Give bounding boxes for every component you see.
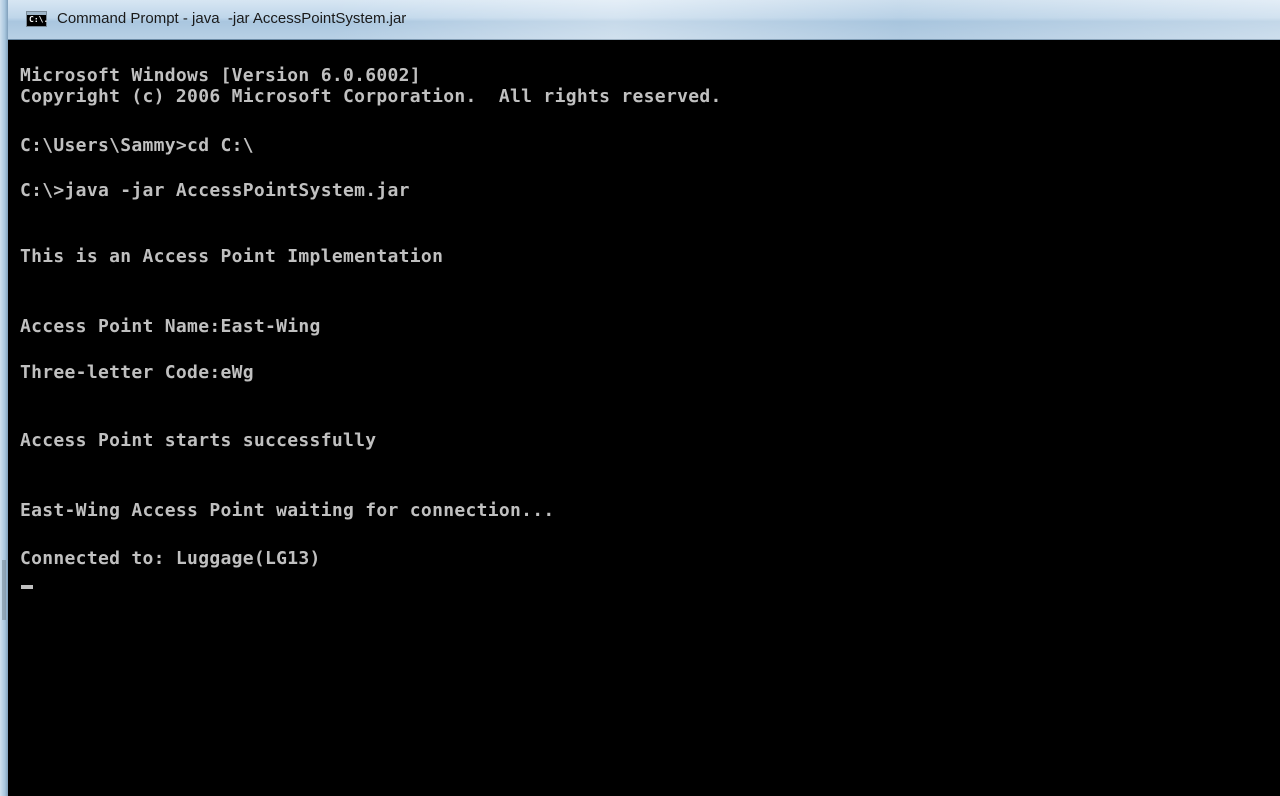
console-line: Access Point Name:East-Wing	[20, 316, 321, 337]
cmd-icon-label: C:\.	[29, 15, 49, 24]
console-line: Connected to: Luggage(LG13)	[20, 548, 321, 569]
console-line: Copyright (c) 2006 Microsoft Corporation…	[20, 86, 722, 107]
console-line: C:\>java -jar AccessPointSystem.jar	[20, 180, 410, 201]
title-bar[interactable]: C:\. Command Prompt - java -jar AccessPo…	[0, 0, 1280, 40]
console-line: C:\Users\Sammy>cd C:\	[20, 135, 254, 156]
console-line: Three-letter Code:eWg	[20, 362, 254, 383]
cmd-icon[interactable]: C:\.	[26, 11, 49, 27]
console-line: East-Wing Access Point waiting for conne…	[20, 500, 555, 521]
window-title: Command Prompt - java -jar AccessPointSy…	[57, 10, 407, 27]
console-output[interactable]: Microsoft Windows [Version 6.0.6002] Cop…	[8, 40, 1280, 796]
command-prompt-window: C:\. Command Prompt - java -jar AccessPo…	[0, 0, 1280, 796]
text-cursor	[21, 585, 33, 589]
window-frame-left	[0, 0, 8, 796]
console-line: Microsoft Windows [Version 6.0.6002]	[20, 65, 421, 86]
console-line: This is an Access Point Implementation	[20, 246, 444, 267]
console-line: Access Point starts successfully	[20, 430, 377, 451]
